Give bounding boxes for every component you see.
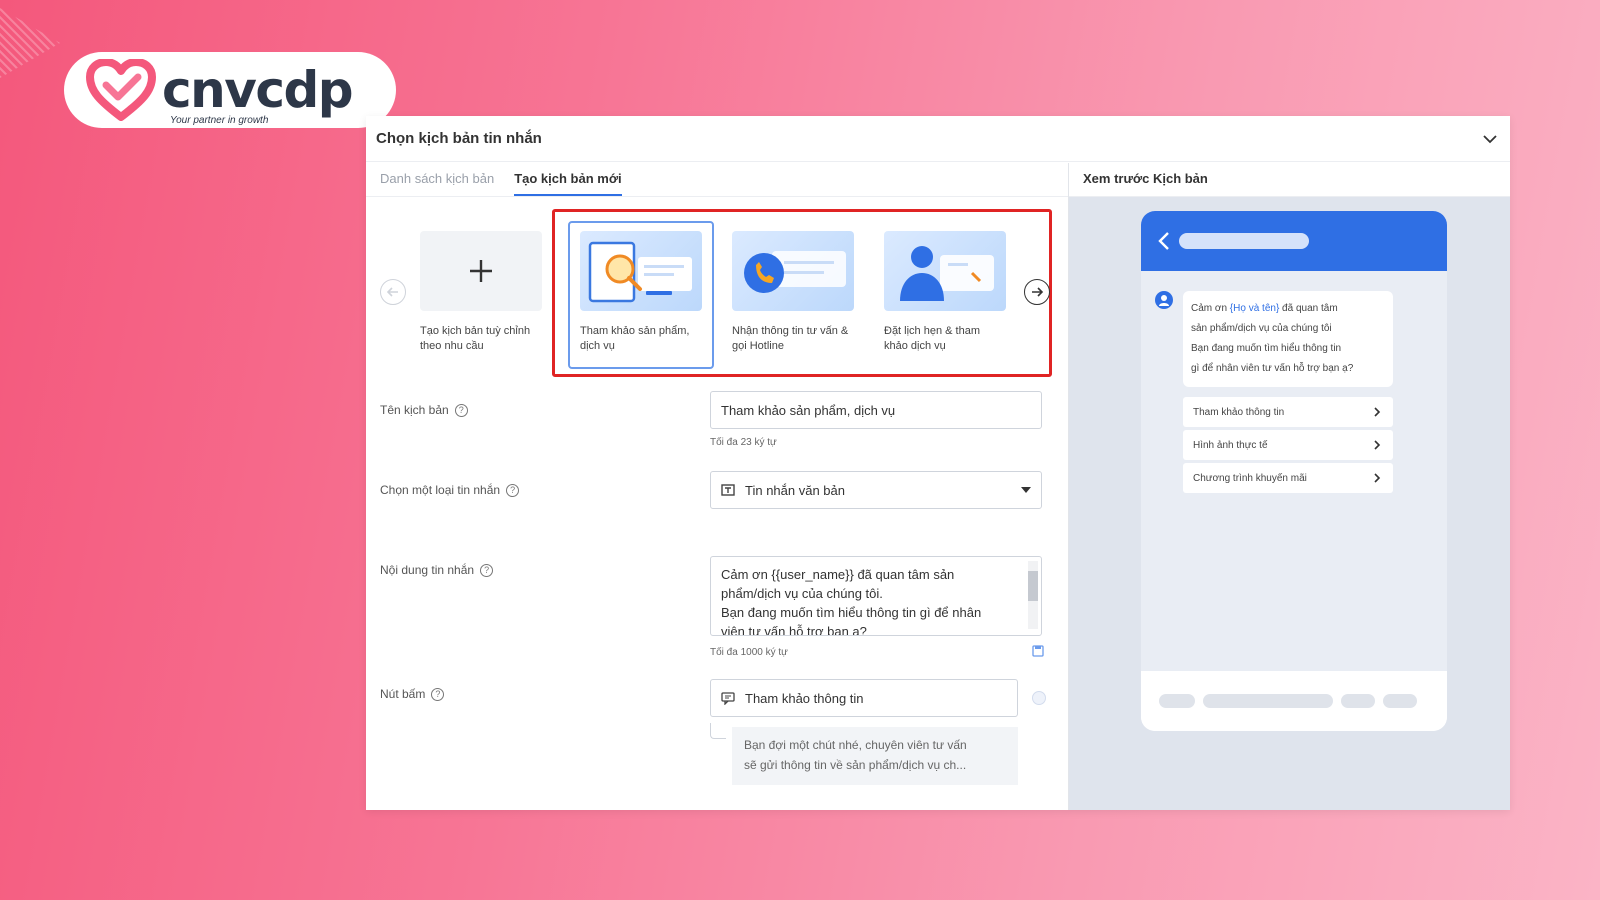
phone-preview: Cảm ơn {Họ và tên} đã quan tâm sản phẩm/… (1141, 211, 1447, 731)
footer-placeholder (1203, 694, 1333, 708)
phone-title-placeholder (1179, 233, 1309, 249)
bubble-text: Cảm ơn (1191, 303, 1230, 314)
help-icon[interactable]: ? (454, 403, 468, 417)
template-carousel: Tạo kịch bản tuỳ chỉnh theo nhu cầu Tham… (366, 197, 1068, 381)
chevron-down-icon[interactable] (1482, 131, 1498, 147)
phone-call-icon (732, 231, 854, 311)
bubble-text: đã quan tâm (1279, 303, 1338, 314)
template-card-custom[interactable]: Tạo kịch bản tuỳ chỉnh theo nhu cầu (420, 231, 542, 354)
script-selection-panel: Chọn kịch bản tin nhắn Danh sách kịch bả… (366, 116, 1510, 810)
caret-down-icon (1021, 487, 1031, 493)
help-icon[interactable]: ? (506, 483, 520, 497)
textarea-scrollbar[interactable] (1028, 561, 1038, 629)
quick-reply-label: Hình ảnh thực tế (1193, 439, 1268, 451)
template-card-appointment[interactable]: Đặt lịch hẹn & tham khảo dịch vụ (884, 231, 1006, 354)
text-message-icon (721, 484, 735, 496)
brand-name: cnvcdp (162, 61, 354, 119)
carousel-next-button[interactable] (1024, 279, 1050, 305)
content-label: Nội dung tin nhắn (380, 563, 475, 577)
template-card-label: Nhận thông tin tư vấn & gọi Hotline (732, 325, 849, 352)
reply-line: sẽ gửi thông tin về sản phẩm/dịch vụ ch.… (744, 758, 967, 772)
message-content-textarea[interactable]: Cảm ơn {{user_name}} đã quan tâm sản phẩ… (710, 556, 1042, 636)
template-card-hotline[interactable]: Nhận thông tin tư vấn & gọi Hotline (732, 231, 854, 354)
bubble-variable: {Họ và tên} (1229, 303, 1280, 314)
chat-bubble: Cảm ơn {Họ và tên} đã quan tâm sản phẩm/… (1183, 291, 1393, 387)
save-draft-icon[interactable] (1032, 645, 1044, 657)
bubble-text: sản phẩm/dịch vụ của chúng tôi (1191, 323, 1332, 334)
button-value: Tham khảo thông tin (745, 690, 864, 706)
script-name-hint: Tối đa 23 ký tự (710, 437, 777, 448)
quick-reply-button[interactable]: Chương trình khuyến mãi (1183, 463, 1393, 493)
chat-button-icon (721, 692, 735, 705)
content-hint: Tối đa 1000 ký tự (710, 647, 788, 658)
chevron-right-icon (1374, 473, 1381, 483)
heart-logo-icon (86, 59, 156, 121)
script-name-input[interactable]: Tham khảo sản phẩm, dịch vụ (710, 391, 1042, 429)
reply-connector (710, 723, 726, 739)
brand-tagline: Your partner in growth (170, 115, 269, 126)
template-card-label: Đặt lịch hẹn & tham khảo dịch vụ (884, 325, 980, 352)
content-line: phẩm/dịch vụ của chúng tôi. (721, 586, 883, 601)
help-icon[interactable]: ? (431, 687, 445, 701)
reply-line: Bạn đợi một chút nhé, chuyên viên tư vấn (744, 738, 967, 752)
content-line: Bạn đang muốn tìm hiểu thông tin gì để n… (721, 605, 982, 620)
footer-placeholder (1341, 694, 1375, 708)
template-card-label: Tạo kịch bản tuỳ chỉnh theo nhu cầu (420, 325, 531, 352)
brand-logo: cnvcdp Your partner in growth (64, 52, 396, 128)
tab-create-new[interactable]: Tạo kịch bản mới (514, 163, 622, 196)
chevron-right-icon (1374, 407, 1381, 417)
button-input[interactable]: Tham khảo thông tin (710, 679, 1018, 717)
carousel-prev-button[interactable] (380, 279, 406, 305)
tab-bar: Danh sách kịch bản Tạo kịch bản mới (366, 163, 1068, 197)
chevron-right-icon (1374, 440, 1381, 450)
chat-area: Cảm ơn {Họ và tên} đã quan tâm sản phẩm/… (1141, 271, 1447, 671)
help-icon[interactable]: ? (480, 563, 494, 577)
quick-reply-button[interactable]: Tham khảo thông tin (1183, 397, 1393, 427)
bot-avatar-icon (1155, 291, 1173, 309)
phone-header (1141, 211, 1447, 271)
scrollbar-thumb[interactable] (1028, 571, 1038, 601)
arrow-left-icon (386, 287, 398, 297)
preview-section: Xem trước Kịch bản Cảm ơn {Họ và tên} đã… (1068, 163, 1510, 810)
button-field-label: Nút bấm (380, 687, 426, 701)
plus-icon (420, 231, 542, 311)
script-name-label: Tên kịch bản (380, 403, 449, 417)
magnifier-document-icon (580, 231, 702, 311)
content-line: viên tư vấn hỗ trợ bạn ạ? (721, 624, 867, 636)
editor-section: Danh sách kịch bản Tạo kịch bản mới Tạo … (366, 163, 1068, 810)
panel-header: Chọn kịch bản tin nhắn (366, 116, 1510, 162)
phone-footer (1141, 671, 1447, 731)
message-type-select[interactable]: Tin nhắn văn bản (710, 471, 1042, 509)
preview-title: Xem trước Kịch bản (1069, 163, 1510, 197)
footer-placeholder (1159, 694, 1195, 708)
arrow-right-icon (1032, 287, 1044, 297)
person-calendar-icon (884, 231, 1006, 311)
bubble-text: Bạn đang muốn tìm hiểu thông tin (1191, 343, 1342, 354)
decorative-corner-pattern (0, 8, 60, 78)
template-card-label: Tham khảo sản phẩm, dịch vụ (580, 325, 690, 352)
quick-reply-button[interactable]: Hình ảnh thực tế (1183, 430, 1393, 460)
panel-title: Chọn kịch bản tin nhắn (376, 130, 542, 147)
template-card-product-info[interactable]: Tham khảo sản phẩm, dịch vụ (580, 231, 702, 354)
message-type-value: Tin nhắn văn bản (745, 482, 845, 498)
bubble-text: gì để nhân viên tư vấn hỗ trợ bạn ạ? (1191, 363, 1354, 374)
footer-placeholder (1383, 694, 1417, 708)
quick-reply-label: Chương trình khuyến mãi (1193, 472, 1307, 484)
button-reply-text: Bạn đợi một chút nhé, chuyên viên tư vấn… (732, 727, 1018, 785)
tab-script-list[interactable]: Danh sách kịch bản (380, 163, 494, 196)
quick-reply-label: Tham khảo thông tin (1193, 406, 1285, 418)
message-type-label: Chọn một loại tin nhắn (380, 483, 501, 497)
back-arrow-icon (1158, 232, 1169, 250)
content-line: Cảm ơn {{user_name}} đã quan tâm sản (721, 567, 955, 582)
remove-button-icon[interactable] (1032, 691, 1046, 705)
